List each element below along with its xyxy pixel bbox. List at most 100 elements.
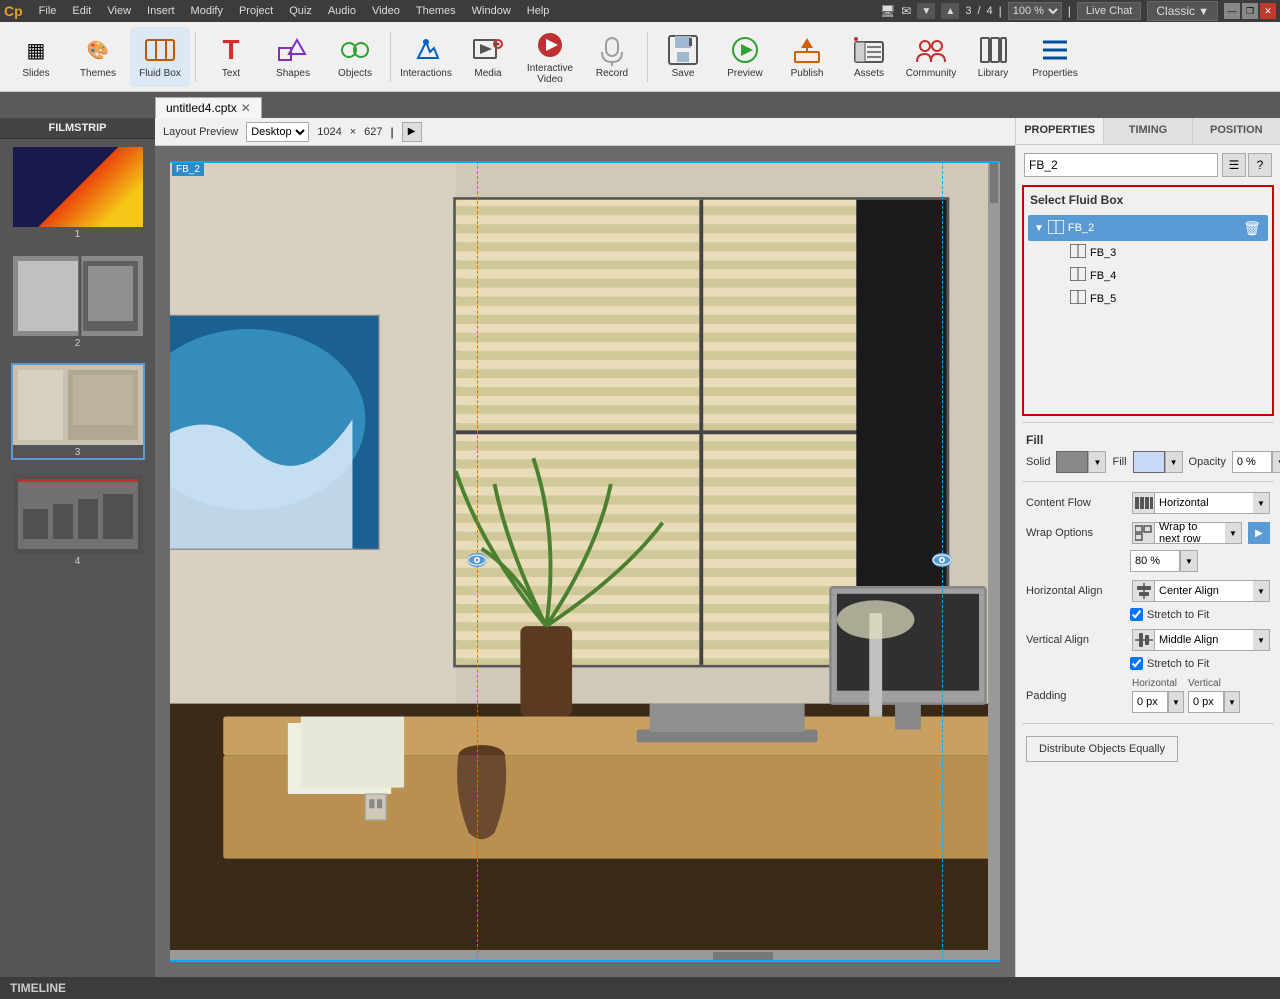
toolbar-assets[interactable]: Assets: [839, 27, 899, 87]
fluid-box-fb3[interactable]: FB_3: [1028, 241, 1268, 264]
menu-file[interactable]: File: [31, 3, 65, 19]
content-flow-select[interactable]: Horizontal ▼: [1132, 492, 1270, 514]
opacity-input[interactable]: [1232, 451, 1272, 473]
menu-edit[interactable]: Edit: [64, 3, 99, 19]
toolbar-media[interactable]: Media: [458, 27, 518, 87]
nav-up-btn[interactable]: ▲: [941, 3, 959, 19]
solid-color-btn[interactable]: [1056, 451, 1088, 473]
solid-color-dropdown[interactable]: ▼: [1088, 451, 1106, 473]
wrap-options-arrow[interactable]: ▼: [1225, 523, 1241, 543]
file-tab-active[interactable]: untitled4.cptx ✕: [155, 97, 262, 118]
horizontal-stretch-check[interactable]: [1130, 608, 1143, 621]
slide-canvas: FB_2: [170, 161, 1000, 962]
padding-h-input[interactable]: [1132, 691, 1168, 713]
minimize-btn[interactable]: —: [1224, 3, 1240, 19]
toolbar-interactions[interactable]: Interactions: [396, 27, 456, 87]
fill-color-dropdown[interactable]: ▼: [1165, 451, 1183, 473]
menu-quiz[interactable]: Quiz: [281, 3, 320, 19]
fluid-box-fb4[interactable]: FB_4: [1028, 264, 1268, 287]
fill-section-title: Fill: [1020, 429, 1276, 449]
filmstrip-slide-2[interactable]: 2: [13, 256, 143, 349]
wrap-options-select[interactable]: Wrap to next row ▼: [1132, 522, 1242, 544]
filmstrip-slide-4[interactable]: 4: [13, 474, 143, 567]
publish-label: Publish: [791, 68, 824, 79]
padding-v-dd[interactable]: ▼: [1224, 691, 1240, 713]
toolbar-objects[interactable]: Objects: [325, 27, 385, 87]
menu-help[interactable]: Help: [519, 3, 558, 19]
fb2-delete-btn[interactable]: 🗑: [1242, 218, 1262, 238]
preview-play-btn[interactable]: ▶: [402, 122, 422, 142]
eye-icon-left[interactable]: [467, 553, 487, 567]
live-chat-btn[interactable]: Live Chat: [1077, 2, 1141, 20]
horizontal-align-icon: [1133, 581, 1155, 601]
menu-window[interactable]: Window: [464, 3, 519, 19]
toolbar-library[interactable]: Library: [963, 27, 1023, 87]
vertical-stretch-check[interactable]: [1130, 657, 1143, 670]
toolbar-record[interactable]: Record: [582, 27, 642, 87]
layout-select[interactable]: Desktop: [246, 122, 309, 142]
padding-h-dd[interactable]: ▼: [1168, 691, 1184, 713]
menu-project[interactable]: Project: [231, 3, 281, 19]
toolbar-community[interactable]: Community: [901, 27, 961, 87]
close-btn[interactable]: ✕: [1260, 3, 1276, 19]
page-separator: /: [977, 5, 980, 17]
distribute-objects-btn[interactable]: Distribute Objects Equally: [1026, 736, 1178, 762]
prop-list-btn[interactable]: ☰: [1222, 153, 1246, 177]
maximize-btn[interactable]: ❐: [1242, 3, 1258, 19]
tab-position[interactable]: POSITION: [1193, 118, 1280, 144]
wrap-percent-input[interactable]: [1130, 550, 1180, 572]
menu-themes[interactable]: Themes: [408, 3, 464, 19]
horizontal-align-select[interactable]: Center Align ▼: [1132, 580, 1270, 602]
menu-insert[interactable]: Insert: [139, 3, 183, 19]
media-icon: [472, 34, 504, 66]
canvas-bottom-border: [170, 960, 1000, 962]
content-flow-divider: [1022, 481, 1274, 482]
vertical-align-arrow[interactable]: ▼: [1253, 630, 1269, 650]
toolbar-fluidbox[interactable]: Fluid Box: [130, 27, 190, 87]
shapes-icon: [277, 34, 309, 66]
tab-properties[interactable]: PROPERTIES: [1016, 118, 1104, 144]
toolbar-save[interactable]: Save: [653, 27, 713, 87]
fill-color-btn[interactable]: [1133, 451, 1165, 473]
opacity-dropdown[interactable]: ▼: [1272, 451, 1280, 473]
wrap-play-btn[interactable]: ▶: [1248, 522, 1270, 544]
menu-audio[interactable]: Audio: [320, 3, 364, 19]
toolbar-themes[interactable]: 🎨 Themes: [68, 27, 128, 87]
toolbar-preview[interactable]: Preview: [715, 27, 775, 87]
nav-down-btn[interactable]: ▼: [917, 3, 935, 19]
toolbar-publish[interactable]: Publish: [777, 27, 837, 87]
eye-icon-right[interactable]: [932, 553, 952, 567]
preview-icon: [729, 34, 761, 66]
menu-modify[interactable]: Modify: [183, 3, 231, 19]
zoom-select[interactable]: 100 %: [1008, 2, 1062, 20]
menu-video[interactable]: Video: [364, 3, 408, 19]
fluid-box-fb5[interactable]: FB_5: [1028, 287, 1268, 310]
classic-btn[interactable]: Classic ▼: [1147, 1, 1218, 21]
toolbar-ivideo[interactable]: Interactive Video: [520, 27, 580, 87]
filmstrip-slide-1[interactable]: 1: [13, 147, 143, 240]
toolbar-text[interactable]: T Text: [201, 27, 261, 87]
page-total: 4: [987, 5, 993, 17]
content-flow-arrow[interactable]: ▼: [1253, 493, 1269, 513]
timeline-bar: TIMELINE: [0, 977, 1280, 999]
menu-view[interactable]: View: [99, 3, 139, 19]
select-fluid-box-section: Select Fluid Box ▼ FB_2 🗑: [1022, 185, 1274, 416]
file-tab-close[interactable]: ✕: [241, 101, 251, 115]
filmstrip-slide-3[interactable]: 3: [13, 365, 143, 458]
wrap-percent-dd[interactable]: ▼: [1180, 550, 1198, 572]
fluid-box-fb2[interactable]: ▼ FB_2 🗑: [1028, 215, 1268, 241]
toolbar-properties[interactable]: Properties: [1025, 27, 1085, 87]
slides-icon: ▦: [20, 34, 52, 66]
toolbar-shapes[interactable]: Shapes: [263, 27, 323, 87]
scroll-thumb-v[interactable]: [990, 163, 998, 203]
scroll-thumb-h[interactable]: [713, 952, 773, 960]
horizontal-stretch-label: Stretch to Fit: [1147, 609, 1209, 621]
prop-help-btn[interactable]: ?: [1248, 153, 1272, 177]
prop-name-input[interactable]: [1024, 153, 1218, 177]
tab-timing[interactable]: TIMING: [1104, 118, 1192, 144]
vertical-align-select[interactable]: Middle Align ▼: [1132, 629, 1270, 651]
toolbar-slides[interactable]: ▦ Slides: [6, 27, 66, 87]
padding-v-input[interactable]: [1188, 691, 1224, 713]
scroll-vertical[interactable]: [988, 161, 1000, 962]
horizontal-align-arrow[interactable]: ▼: [1253, 581, 1269, 601]
